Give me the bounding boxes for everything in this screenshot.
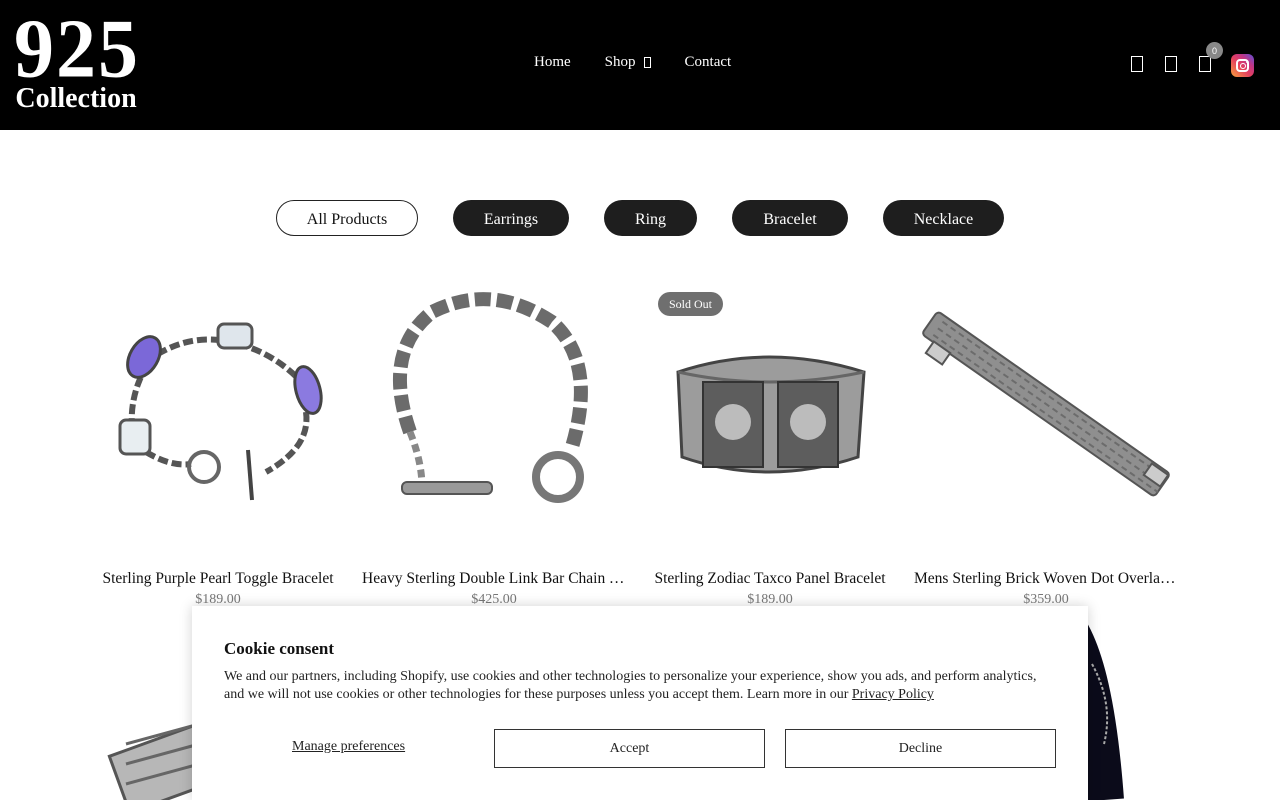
product-image[interactable] xyxy=(86,272,350,536)
filter-bracelet[interactable]: Bracelet xyxy=(732,200,848,236)
cart-icon[interactable]: 0 xyxy=(1196,42,1223,74)
cookie-body: We and our partners, including Shopify, … xyxy=(224,668,1054,704)
manage-preferences-link[interactable]: Manage preferences xyxy=(292,739,405,755)
nav-contact[interactable]: Contact xyxy=(685,54,732,71)
cookie-title: Cookie consent xyxy=(224,639,335,658)
logo-number: 925 xyxy=(14,2,140,96)
main-nav: Home Shop Contact xyxy=(534,54,765,71)
product-name[interactable]: Mens Sterling Brick Woven Dot Overlay Br… xyxy=(914,570,1178,588)
chevron-down-icon xyxy=(643,57,651,68)
product-card[interactable]: Heavy Sterling Double Link Bar Chain Tog… xyxy=(362,272,626,607)
decline-button[interactable]: Decline xyxy=(785,729,1056,768)
instagram-icon[interactable] xyxy=(1231,54,1254,77)
nav-contact-label: Contact xyxy=(684,54,732,70)
filter-ring[interactable]: Ring xyxy=(604,200,697,236)
privacy-policy-link[interactable]: Privacy Policy xyxy=(852,687,934,702)
nav-home[interactable]: Home xyxy=(534,54,571,71)
cookie-consent-banner: Cookie consent We and our partners, incl… xyxy=(192,606,1088,800)
filter-all-products[interactable]: All Products xyxy=(276,200,418,236)
accept-button[interactable]: Accept xyxy=(494,729,765,768)
account-icon[interactable] xyxy=(1162,54,1180,74)
product-card[interactable]: Sterling Purple Pearl Toggle Bracelet $1… xyxy=(86,272,350,607)
nav-home-label: Home xyxy=(534,54,571,70)
nav-shop[interactable]: Shop xyxy=(605,54,651,71)
cart-count-badge: 0 xyxy=(1206,42,1223,59)
sold-out-badge: Sold Out xyxy=(658,292,724,316)
product-card[interactable]: Sold Out Sterling Zodiac Taxco Panel Bra… xyxy=(638,272,902,607)
product-image[interactable] xyxy=(914,272,1178,536)
filter-earrings[interactable]: Earrings xyxy=(453,200,569,236)
product-name[interactable]: Sterling Purple Pearl Toggle Bracelet xyxy=(86,570,350,588)
nav-shop-label: Shop xyxy=(604,54,636,70)
header-icons: 0 xyxy=(1128,42,1230,74)
search-icon[interactable] xyxy=(1128,54,1146,74)
product-image[interactable]: Sold Out xyxy=(638,272,902,536)
category-filters: All Products Earrings Ring Bracelet Neck… xyxy=(0,200,1280,236)
filter-necklace[interactable]: Necklace xyxy=(883,200,1004,236)
product-card[interactable]: Mens Sterling Brick Woven Dot Overlay Br… xyxy=(914,272,1178,607)
product-name[interactable]: Heavy Sterling Double Link Bar Chain Tog… xyxy=(362,570,626,588)
product-image[interactable] xyxy=(362,272,626,536)
product-name[interactable]: Sterling Zodiac Taxco Panel Bracelet xyxy=(638,570,902,588)
store-logo[interactable]: 925 Collection xyxy=(14,2,140,116)
site-header: 925 Collection Home Shop Contact 0 xyxy=(0,0,1280,130)
